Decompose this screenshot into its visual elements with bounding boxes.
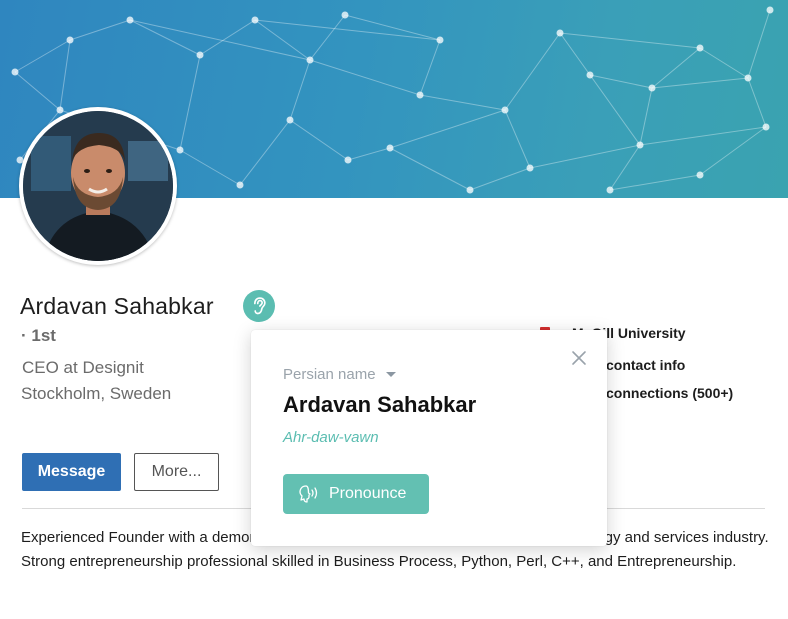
- message-button[interactable]: Message: [22, 453, 121, 491]
- contact-info-link[interactable]: contact info: [606, 357, 685, 373]
- pronounce-label: Pronounce: [329, 485, 407, 502]
- connections-link[interactable]: connections (500+): [606, 385, 733, 401]
- phonetic-spelling: Ahr-daw-vawn: [283, 429, 379, 446]
- pronunciation-badge[interactable]: [243, 290, 275, 322]
- avatar[interactable]: [19, 107, 177, 265]
- ear-icon: [254, 297, 266, 315]
- more-button[interactable]: More...: [134, 453, 219, 491]
- pronounce-button[interactable]: Pronounce: [283, 474, 429, 514]
- avatar-photo: [23, 111, 173, 261]
- popup-name: Ardavan Sahabkar: [283, 392, 477, 417]
- close-icon[interactable]: [571, 350, 587, 366]
- profile-name: Ardavan Sahabkar: [20, 293, 214, 319]
- language-label: Persian name: [283, 366, 376, 383]
- profile-location: Stockholm, Sweden: [21, 384, 172, 403]
- profile-headline: CEO at Designit: [22, 358, 144, 377]
- pronunciation-popup: Persian name Ardavan Sahabkar Ahr-daw-va…: [251, 330, 607, 546]
- language-selector[interactable]: Persian name: [283, 366, 396, 383]
- chevron-down-icon: [385, 372, 396, 377]
- connection-degree: · 1st: [21, 326, 56, 345]
- speaking-head-icon: [299, 485, 318, 503]
